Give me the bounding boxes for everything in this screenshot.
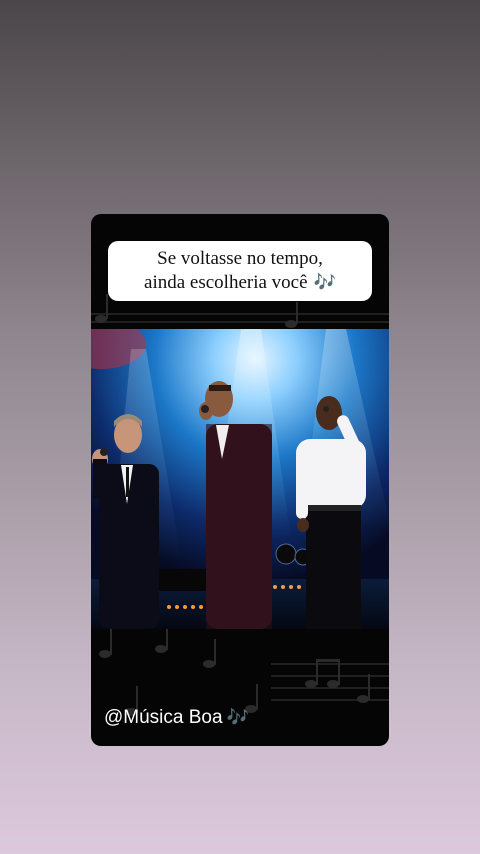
caption-line-1: Se voltasse no tempo,: [157, 248, 323, 269]
music-notes-icon: 🎶: [313, 272, 336, 293]
concert-photo: [91, 329, 389, 629]
caption-line-2: ainda escolheria você 🎶: [108, 271, 372, 295]
account-handle-text: @Música Boa: [104, 707, 223, 728]
account-handle[interactable]: @Música Boa 🎶: [104, 707, 249, 729]
caption-line-2-text: ainda escolheria você: [144, 272, 308, 293]
concert-video[interactable]: [91, 329, 389, 629]
caption-box: Se voltasse no tempo, ainda escolheria v…: [108, 241, 372, 301]
music-notes-icon: 🎶: [226, 707, 249, 728]
story-card[interactable]: Se voltasse no tempo, ainda escolheria v…: [91, 214, 389, 746]
